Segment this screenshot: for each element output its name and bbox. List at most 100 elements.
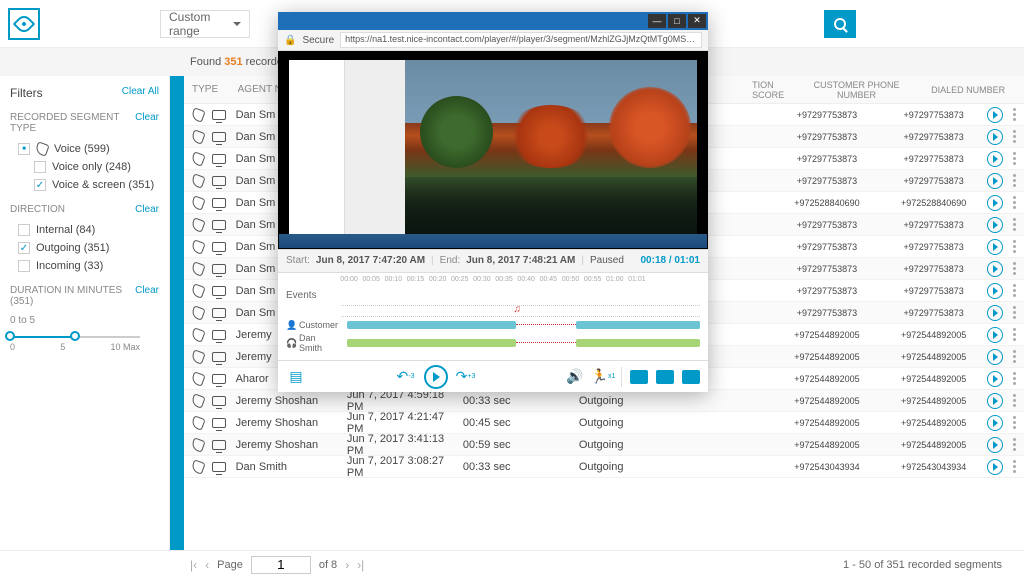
rewind-button[interactable]: ↶-3 (396, 367, 416, 387)
segment-type-clear[interactable]: Clear (135, 112, 159, 134)
row-menu-button[interactable] (1013, 438, 1016, 451)
row-menu-button[interactable] (1013, 240, 1016, 253)
speed-button[interactable]: 🏃x1 (593, 367, 613, 387)
play-row-button[interactable] (987, 371, 1003, 387)
row-menu-button[interactable] (1013, 372, 1016, 385)
search-button[interactable] (824, 10, 856, 38)
row-menu-button[interactable] (1013, 350, 1016, 363)
pager-prev[interactable]: ‹ (205, 558, 209, 572)
filter-internal[interactable]: Internal (84) (10, 221, 159, 239)
dialed-cell: +97297753873 (880, 264, 987, 274)
play-row-button[interactable] (987, 305, 1003, 321)
duration-slider[interactable] (10, 336, 140, 338)
row-menu-button[interactable] (1013, 416, 1016, 429)
screen-icon (212, 374, 226, 384)
play-row-button[interactable] (987, 217, 1003, 233)
row-menu-button[interactable] (1013, 130, 1016, 143)
phone-icon (190, 217, 205, 232)
table-row[interactable]: Jeremy ShoshanJun 7, 2017 3:41:13 PM00:5… (184, 434, 1024, 456)
play-row-button[interactable] (987, 107, 1003, 123)
filter-voice[interactable]: Voice (599) (10, 140, 159, 158)
play-row-button[interactable] (987, 261, 1003, 277)
page-input[interactable] (251, 556, 311, 574)
date-range-dropdown[interactable]: Custom range (160, 10, 250, 38)
row-menu-button[interactable] (1013, 328, 1016, 341)
filter-voice-only[interactable]: Voice only (248) (10, 158, 159, 176)
play-row-button[interactable] (987, 393, 1003, 409)
row-menu-button[interactable] (1013, 284, 1016, 297)
maximize-button[interactable]: □ (668, 14, 686, 28)
filter-incoming[interactable]: Incoming (33) (10, 257, 159, 275)
dialed-cell: +97297753873 (880, 110, 987, 120)
slider-min-thumb[interactable] (5, 331, 15, 341)
events-title: Events (286, 290, 700, 301)
dialed-cell: +97297753873 (880, 176, 987, 186)
customer-phone-cell: +97297753873 (774, 220, 881, 230)
filter-collapse-tab[interactable] (170, 76, 184, 550)
play-row-button[interactable] (987, 437, 1003, 453)
play-row-button[interactable] (987, 415, 1003, 431)
forward-button[interactable]: ↷+3 (456, 367, 476, 387)
duration-cell: 00:33 sec (463, 461, 579, 473)
pager-first[interactable]: |‹ (190, 558, 197, 572)
screen-icon (212, 176, 226, 186)
row-menu-button[interactable] (1013, 460, 1016, 473)
pager-next[interactable]: › (345, 558, 349, 572)
close-button[interactable]: ✕ (688, 14, 706, 28)
duration-cell: 00:59 sec (463, 439, 579, 451)
windows-taskbar (279, 234, 707, 248)
volume-button[interactable]: 🔊 (565, 367, 585, 387)
time-ruler[interactable]: 00:0000:0500:1000:1500:2000:2500:3000:35… (278, 273, 708, 287)
row-menu-button[interactable] (1013, 394, 1016, 407)
play-row-button[interactable] (987, 327, 1003, 343)
col-dialed[interactable]: DIALED NUMBER (912, 85, 1024, 95)
play-row-button[interactable] (987, 239, 1003, 255)
filter-outgoing[interactable]: Outgoing (351) (10, 239, 159, 257)
transcript-button[interactable]: ▤ (286, 367, 306, 387)
play-row-button[interactable] (987, 195, 1003, 211)
table-row[interactable]: Jeremy ShoshanJun 7, 2017 4:59:18 PM00:3… (184, 390, 1024, 412)
screen-icon (212, 308, 226, 318)
play-row-button[interactable] (987, 129, 1003, 145)
col-type[interactable]: TYPE (184, 84, 238, 95)
play-row-button[interactable] (987, 459, 1003, 475)
row-menu-button[interactable] (1013, 218, 1016, 231)
col-score[interactable]: TION SCORE (752, 80, 801, 100)
agent-cell: Jeremy Shoshan (236, 439, 347, 451)
play-button[interactable] (424, 365, 448, 389)
customer-phone-cell: +97297753873 (774, 154, 881, 164)
minimize-button[interactable]: — (648, 14, 666, 28)
pager-last[interactable]: ›| (357, 558, 364, 572)
row-menu-button[interactable] (1013, 174, 1016, 187)
music-icon: ♫ (513, 304, 521, 315)
filter-voice-screen[interactable]: Voice & screen (351) (10, 176, 159, 194)
dialed-cell: +972544892005 (880, 440, 987, 450)
view-mode-3[interactable] (682, 370, 700, 384)
slider-max-thumb[interactable] (70, 331, 80, 341)
url-field[interactable]: https://na1.test.nice-incontact.com/play… (340, 32, 702, 48)
customer-phone-cell: +97297753873 (774, 286, 881, 296)
screen-recording-viewport[interactable] (278, 51, 708, 248)
events-track[interactable]: ♫ (341, 305, 700, 317)
row-menu-button[interactable] (1013, 196, 1016, 209)
duration-cell: 00:45 sec (463, 417, 579, 429)
play-row-button[interactable] (987, 173, 1003, 189)
view-mode-2[interactable] (656, 370, 674, 384)
play-row-button[interactable] (987, 283, 1003, 299)
row-menu-button[interactable] (1013, 152, 1016, 165)
view-mode-1[interactable] (630, 370, 648, 384)
pager-info: 1 - 50 of 351 recorded segments (843, 559, 1002, 571)
table-row[interactable]: Jeremy ShoshanJun 7, 2017 4:21:47 PM00:4… (184, 412, 1024, 434)
table-row[interactable]: Dan SmithJun 7, 2017 3:08:27 PM00:33 sec… (184, 456, 1024, 478)
popup-titlebar[interactable]: — □ ✕ (278, 12, 708, 30)
play-row-button[interactable] (987, 151, 1003, 167)
row-menu-button[interactable] (1013, 262, 1016, 275)
row-menu-button[interactable] (1013, 108, 1016, 121)
col-customer-phone[interactable]: CUSTOMER PHONE NUMBER (801, 80, 913, 100)
direction-clear[interactable]: Clear (135, 204, 159, 215)
row-menu-button[interactable] (1013, 306, 1016, 319)
duration-clear[interactable]: Clear (135, 285, 159, 307)
dialed-cell: +97297753873 (880, 242, 987, 252)
play-row-button[interactable] (987, 349, 1003, 365)
clear-all-link[interactable]: Clear All (122, 86, 159, 100)
